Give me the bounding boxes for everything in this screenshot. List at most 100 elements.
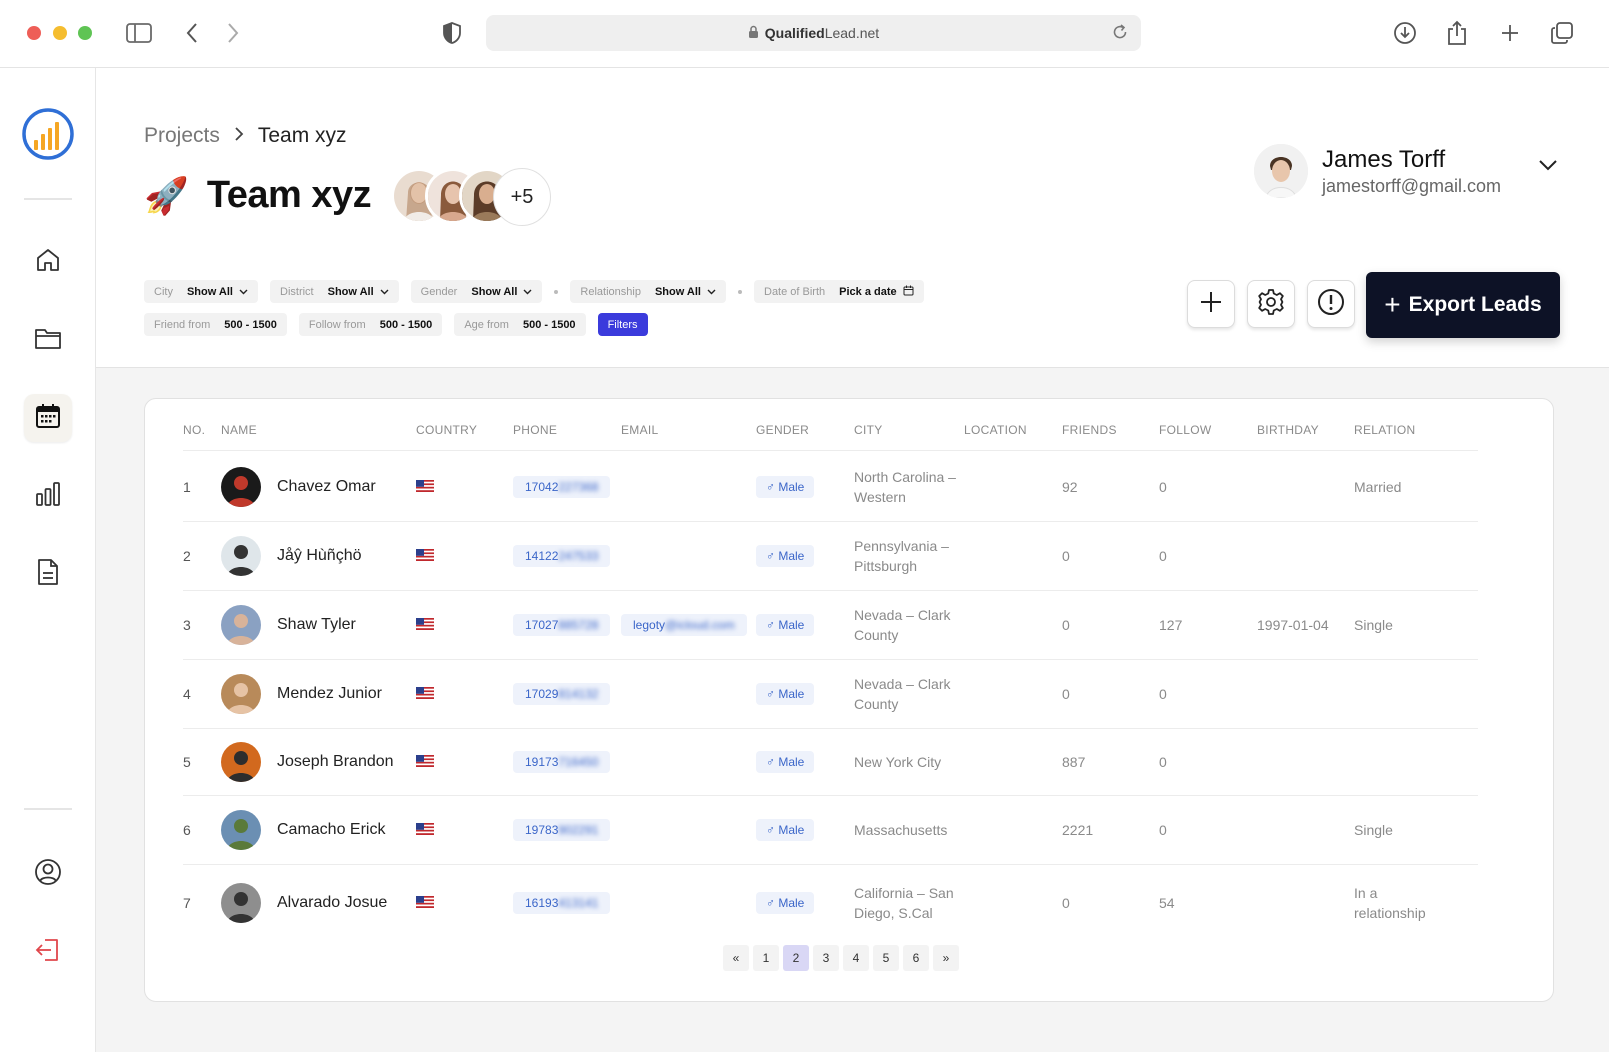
gear-icon: [1257, 288, 1285, 321]
download-icon[interactable]: [1390, 18, 1420, 48]
forward-icon[interactable]: [218, 18, 248, 48]
filter-city[interactable]: City Show All: [144, 280, 258, 303]
table-row[interactable]: 6 Camacho Erick 19783902291 ♂ Male Massachus…: [183, 796, 1478, 865]
phone-chip[interactable]: 17042227368: [513, 476, 611, 498]
lead-name[interactable]: Camacho Erick: [277, 821, 385, 839]
lead-name[interactable]: Mendez Junior: [277, 685, 382, 703]
user-email: jamestorff@gmail.com: [1322, 175, 1501, 196]
male-icon: ♂: [766, 896, 775, 910]
friends-count: 0: [1062, 895, 1070, 911]
filters-button[interactable]: Filters: [597, 313, 648, 336]
export-leads-button[interactable]: + Export Leads: [1366, 272, 1560, 338]
filter-label: Friend from: [154, 318, 211, 331]
filter-value: 500 - 1500: [522, 318, 576, 331]
filter-follow-from[interactable]: Follow from 500 - 1500: [298, 313, 443, 336]
us-flag-icon: [416, 754, 434, 770]
breadcrumb-projects[interactable]: Projects: [144, 124, 220, 148]
sidebar-item-calendar[interactable]: [24, 394, 72, 442]
email-chip[interactable]: legoty@icloud.com: [621, 614, 747, 636]
lead-name[interactable]: Alvarado Josue: [277, 894, 387, 912]
lock-icon: [748, 25, 759, 42]
phone-chip[interactable]: 16193413141: [513, 892, 611, 914]
more-members-badge[interactable]: +5: [493, 168, 551, 226]
sidebar-item-analytics[interactable]: [24, 472, 72, 520]
gender-label: Male: [778, 687, 805, 701]
gender-badge: ♂ Male: [756, 683, 815, 705]
table-row[interactable]: 1 Chavez Omar 17042227368 ♂ Male North Carol…: [183, 453, 1478, 522]
sidebar-item-logout[interactable]: [24, 928, 72, 976]
filter-value: 500 - 1500: [379, 318, 433, 331]
share-icon[interactable]: [1442, 18, 1472, 48]
app-logo[interactable]: [22, 108, 74, 160]
settings-button[interactable]: [1247, 280, 1295, 328]
filter-date-of-birth[interactable]: Date of Birth Pick a date: [754, 280, 924, 303]
gender-label: Male: [778, 755, 805, 769]
phone-chip[interactable]: 17029814132: [513, 683, 611, 705]
lead-name[interactable]: Chavez Omar: [277, 478, 376, 496]
page-2-button[interactable]: 2: [783, 945, 809, 971]
gender-label: Male: [778, 549, 805, 563]
maximize-window-button[interactable]: [78, 26, 92, 40]
row-number: 2: [183, 548, 191, 564]
city: Nevada – Clark County: [854, 607, 951, 643]
us-flag-icon: [416, 895, 434, 911]
table-header: NO. NAME COUNTRY PHONE EMAIL GENDER CITY…: [183, 423, 1478, 451]
table-row[interactable]: 4 Mendez Junior 17029814132 ♂ Male Nevada – …: [183, 660, 1478, 729]
chevron-down-icon[interactable]: [1538, 158, 1558, 176]
leads-table-card: NO. NAME COUNTRY PHONE EMAIL GENDER CITY…: [144, 398, 1554, 1002]
filter-label: Date of Birth: [764, 285, 826, 298]
page-5-button[interactable]: 5: [873, 945, 899, 971]
lead-name[interactable]: Shaw Tyler: [277, 616, 356, 634]
lead-name[interactable]: Jåŷ Hùñçhö: [277, 547, 362, 565]
filter-label: Age from: [464, 318, 509, 331]
page-4-button[interactable]: 4: [843, 945, 869, 971]
page-1-button[interactable]: 1: [753, 945, 779, 971]
sidebar-toggle-icon[interactable]: [124, 18, 154, 48]
page-6-button[interactable]: 6: [903, 945, 929, 971]
table-row[interactable]: 7 Alvarado Josue 16193413141 ♂ Male Californ…: [183, 865, 1478, 941]
lead-name[interactable]: Joseph Brandon: [277, 753, 394, 771]
table-row[interactable]: 2 Jåŷ Hùñçhö 14122247533 ♂ Male Pennsylvania…: [183, 522, 1478, 591]
filter-age-from[interactable]: Age from 500 - 1500: [454, 313, 586, 336]
address-bar[interactable]: Qualified Lead.net: [486, 15, 1141, 51]
phone-chip[interactable]: 17027885728: [513, 614, 611, 636]
filter-label: Gender: [420, 285, 458, 298]
sidebar-item-folders[interactable]: [24, 316, 72, 364]
add-button[interactable]: [1187, 280, 1235, 328]
phone-chip[interactable]: 19783902291: [513, 819, 611, 841]
filter-friend-from[interactable]: Friend from 500 - 1500: [144, 313, 287, 336]
filter-gender[interactable]: Gender Show All: [410, 280, 543, 303]
phone-chip[interactable]: 19173716450: [513, 751, 611, 773]
page-3-button[interactable]: 3: [813, 945, 839, 971]
new-tab-icon[interactable]: [1495, 18, 1525, 48]
info-button[interactable]: [1307, 280, 1355, 328]
gender-label: Male: [778, 896, 805, 910]
lead-avatar: [221, 605, 261, 645]
team-members[interactable]: +5: [391, 168, 551, 226]
filter-relationship[interactable]: Relationship Show All: [570, 280, 726, 303]
filter-district[interactable]: District Show All: [270, 280, 399, 303]
sidebar-item-home[interactable]: [24, 238, 72, 286]
user-profile[interactable]: James Torff jamestorff@gmail.com: [1254, 144, 1501, 198]
page-next-button[interactable]: »: [933, 945, 959, 971]
reload-icon[interactable]: [1111, 23, 1129, 44]
city: North Carolina – Western: [854, 469, 956, 505]
follow-count: 54: [1159, 895, 1175, 911]
phone-chip[interactable]: 14122247533: [513, 545, 611, 567]
friends-count: 2221: [1062, 822, 1094, 838]
relation: In a relationship: [1354, 885, 1426, 921]
close-window-button[interactable]: [27, 26, 41, 40]
table-row[interactable]: 3 Shaw Tyler 17027885728 legoty@icloud.com ♂…: [183, 591, 1478, 660]
sidebar-item-profile[interactable]: [24, 850, 72, 898]
table-row[interactable]: 5 Joseph Brandon 19173716450 ♂ Male New York…: [183, 729, 1478, 796]
sidebar-item-documents[interactable]: [24, 550, 72, 598]
page-prev-button[interactable]: «: [723, 945, 749, 971]
minimize-window-button[interactable]: [53, 26, 67, 40]
shield-icon[interactable]: [437, 18, 467, 48]
friends-count: 0: [1062, 548, 1070, 564]
back-icon[interactable]: [177, 18, 207, 48]
male-icon: ♂: [766, 618, 775, 632]
row-number: 7: [183, 895, 191, 911]
tabs-overview-icon[interactable]: [1547, 18, 1577, 48]
city: New York City: [854, 754, 942, 770]
